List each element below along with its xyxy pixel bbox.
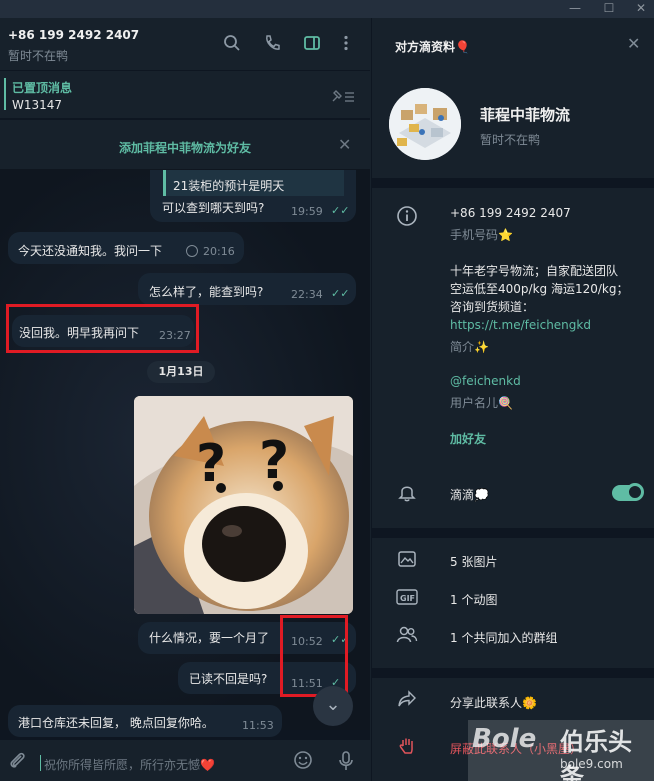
- photo-icon: [396, 549, 418, 571]
- message-input[interactable]: 祝你所得皆所愿，所行亦无憾❤️: [44, 756, 215, 773]
- message-time: 22:34: [291, 288, 323, 301]
- section-divider: [371, 528, 654, 538]
- chat-title[interactable]: +86 199 2492 2407: [8, 28, 139, 42]
- gif-icon: GIF: [396, 588, 418, 610]
- message-text: 可以查到哪天到吗?: [162, 201, 265, 215]
- microphone-icon[interactable]: [337, 750, 355, 777]
- window-close-button[interactable]: ✕: [628, 0, 654, 18]
- pinned-accent-bar: [4, 78, 6, 110]
- profile-bio-line: 空运低至400p/kg 海运120/kg；: [450, 282, 629, 296]
- message-time: 20:16: [203, 245, 235, 258]
- sticker-image[interactable]: ? ?: [134, 396, 353, 614]
- svg-text:GIF: GIF: [400, 594, 415, 603]
- text-cursor: [40, 755, 41, 771]
- maximize-button[interactable]: ☐: [596, 0, 622, 18]
- minimize-button[interactable]: —: [562, 0, 588, 18]
- bell-icon: [396, 482, 418, 504]
- section-divider: [371, 668, 654, 678]
- message-text: 港口仓库还未回复， 晚点回复你哈。: [18, 716, 214, 730]
- profile-status: 暂时不在鸭: [480, 133, 541, 147]
- pinned-text: W13147: [12, 98, 63, 112]
- clock-icon: [186, 245, 198, 257]
- profile-bio-line: 十年老字号物流；自家配送团队: [450, 264, 619, 278]
- svg-text:?: ?: [259, 431, 289, 491]
- phone-icon[interactable]: [261, 34, 283, 56]
- highlight-box: [280, 615, 348, 697]
- read-check-icon: ✓✓: [331, 204, 350, 217]
- message-text: 已读不回是吗?: [189, 672, 268, 686]
- close-icon[interactable]: ✕: [338, 135, 351, 154]
- message-time: 11:53: [242, 719, 274, 732]
- add-friend-button[interactable]: 加好友: [450, 430, 486, 447]
- avatar[interactable]: [389, 88, 461, 160]
- message-text: 怎么样了，能查到吗?: [149, 285, 264, 299]
- emoji-icon[interactable]: [293, 750, 313, 775]
- toggle-knob: [626, 483, 644, 501]
- share-icon: [396, 690, 418, 712]
- search-icon[interactable]: [221, 34, 243, 56]
- media-groups[interactable]: 1 个共同加入的群组: [450, 629, 557, 646]
- profile-panel-title: 对方滴资料🎈: [395, 40, 470, 54]
- block-hand-icon: [396, 736, 418, 758]
- close-icon[interactable]: ✕: [627, 34, 640, 53]
- sidebar-toggle-icon[interactable]: [301, 34, 323, 56]
- reply-quote-text: 21装柜的预计是明天: [173, 179, 285, 193]
- window-titlebar: [0, 0, 654, 18]
- section-divider: [371, 178, 654, 188]
- pin-list-icon[interactable]: [330, 88, 356, 108]
- watermark-text: 伯乐头条: [560, 728, 632, 781]
- profile-bio-link[interactable]: https://t.me/feichengkd: [450, 318, 591, 332]
- info-icon: [396, 205, 418, 227]
- media-gifs[interactable]: 1 个动图: [450, 591, 497, 608]
- profile-username[interactable]: @feichenkd: [450, 374, 521, 388]
- attach-icon[interactable]: [8, 750, 26, 775]
- notifications-label: 滴滴💭: [450, 488, 489, 502]
- highlight-box: [6, 304, 199, 353]
- scroll-down-button[interactable]: ⌄: [313, 686, 353, 726]
- date-chip: 1月13日: [147, 361, 215, 383]
- watermark-logo: Bole: [472, 724, 537, 754]
- profile-username-label: 用户名儿🍭: [450, 396, 513, 410]
- profile-bio-label: 简介✨: [450, 340, 489, 354]
- more-icon[interactable]: [335, 34, 357, 56]
- watermark-url: bole9.com: [560, 757, 623, 771]
- share-contact-button[interactable]: 分享此联系人🌼: [450, 694, 537, 711]
- profile-bio-line: 咨询到货频道：: [450, 300, 535, 314]
- read-check-icon: ✓✓: [331, 287, 350, 300]
- media-photos[interactable]: 5 张图片: [450, 553, 497, 570]
- group-icon: [396, 625, 418, 647]
- add-contact-button[interactable]: 添加菲程中菲物流为好友: [0, 139, 370, 156]
- message-time: 19:59: [291, 205, 323, 218]
- profile-phone-label: 手机号码⭐: [450, 228, 513, 242]
- profile-phone[interactable]: +86 199 2492 2407: [450, 206, 571, 220]
- pinned-title: 已置顶消息: [12, 81, 73, 95]
- message-text: 今天还没通知我。我问一下: [18, 244, 163, 258]
- chat-status: 暂时不在鸭: [8, 49, 69, 63]
- message-text: 什么情况，要一个月了: [149, 631, 270, 645]
- profile-name: 菲程中菲物流: [480, 106, 571, 124]
